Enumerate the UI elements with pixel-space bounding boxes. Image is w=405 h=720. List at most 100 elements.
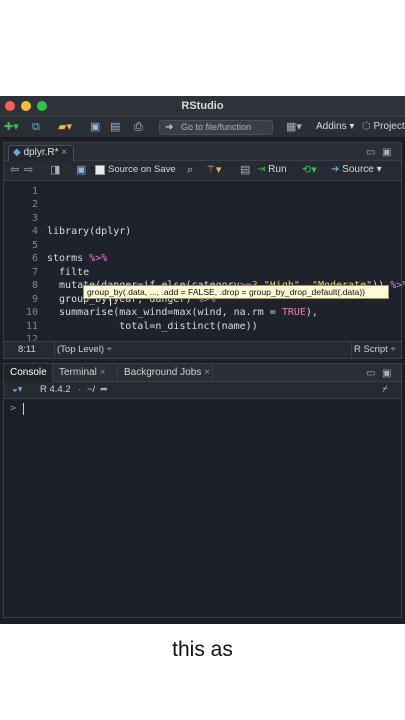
goto-placeholder: Go to file/function bbox=[181, 122, 252, 132]
r-version: R 4.4.2 bbox=[40, 384, 71, 395]
back-icon[interactable]: ⇦ bbox=[10, 164, 19, 177]
divider bbox=[351, 342, 352, 358]
line-number: 2 bbox=[31, 199, 38, 210]
source-on-save-checkbox[interactable] bbox=[95, 165, 105, 175]
show-in-window-icon[interactable]: ◨ bbox=[50, 164, 60, 177]
file-type-selector[interactable]: R Script ÷ bbox=[354, 342, 396, 358]
code-line-10: summarise(max_wind=max(wind, na.rm = TRU… bbox=[47, 307, 318, 318]
close-tab-icon[interactable]: × bbox=[204, 367, 210, 378]
video-caption: this as bbox=[172, 638, 233, 661]
line-number: 10 bbox=[25, 307, 38, 318]
close-tab-icon[interactable]: × bbox=[100, 367, 106, 378]
rerun-icon[interactable]: ⟲▾ bbox=[302, 164, 317, 177]
console-output[interactable]: > bbox=[4, 399, 401, 617]
maximize-pane-icon[interactable]: ▣ bbox=[382, 147, 391, 158]
minimize-window-button[interactable] bbox=[21, 101, 31, 111]
maximize-pane-icon[interactable]: ▣ bbox=[382, 368, 391, 379]
line-number: 8 bbox=[31, 280, 38, 291]
code-line-6: storms %>% bbox=[47, 253, 107, 264]
compile-report-icon[interactable]: ▤ bbox=[240, 164, 250, 177]
code-tools-wand-icon[interactable]: ⚚▾ bbox=[206, 164, 221, 177]
code-text: summarise(max_wind=max(wind, na.rm = bbox=[47, 307, 282, 318]
console-cursor bbox=[23, 403, 24, 415]
console-subbar: ◒▾ R 4.4.2 · ~/ ➦ ⌿ bbox=[4, 382, 401, 399]
line-number: 11 bbox=[25, 321, 38, 332]
search-icon[interactable]: ⌕ bbox=[187, 164, 193, 177]
rstudio-window: RStudio ✚▾ ⧉ ▰▾ ▣ ▤ ⎙ ➜ Go to file/funct… bbox=[0, 96, 405, 624]
source-on-save-label: Source on Save bbox=[108, 164, 176, 175]
scope-selector[interactable]: (Top Level) ÷ bbox=[57, 342, 112, 358]
run-button[interactable]: ⇥ Run bbox=[257, 164, 287, 175]
addins-menu[interactable]: Addins ▾ bbox=[316, 121, 354, 132]
boolean-literal: TRUE bbox=[281, 307, 306, 318]
tab-console[interactable]: Console bbox=[4, 364, 53, 382]
title-bar: RStudio bbox=[0, 96, 405, 116]
code-text: filte bbox=[47, 267, 90, 278]
line-number: 5 bbox=[31, 240, 38, 251]
console-prompt: > bbox=[10, 403, 17, 414]
editor-status-bar: 8:11 (Top Level) ÷ R Script ÷ bbox=[4, 341, 401, 358]
run-arrow-icon: ⇥ bbox=[257, 164, 266, 175]
run-label: Run bbox=[268, 164, 287, 175]
goto-arrow-icon: ➜ bbox=[165, 122, 174, 133]
file-type-label: R Script bbox=[354, 344, 388, 355]
console-tab-bar: Console Terminal × Background Jobs × ▭ ▣ bbox=[4, 364, 401, 382]
code-text: library(dplyr) bbox=[47, 226, 132, 237]
tab-label: Console bbox=[10, 367, 47, 378]
save-icon[interactable]: ▣ bbox=[90, 121, 100, 134]
window-title: RStudio bbox=[181, 100, 224, 112]
close-window-button[interactable] bbox=[5, 101, 15, 111]
line-number: 7 bbox=[31, 267, 38, 278]
line-number: 3 bbox=[31, 213, 38, 224]
working-directory[interactable]: ~/ bbox=[87, 382, 95, 398]
open-file-icon[interactable]: ▰▾ bbox=[58, 121, 72, 134]
tab-background-jobs[interactable]: Background Jobs × bbox=[118, 364, 213, 382]
print-icon[interactable]: ⎙ bbox=[134, 121, 143, 134]
forward-icon[interactable]: ⇨ bbox=[24, 164, 33, 177]
function-signature-tooltip: group_by(.data, ..., .add = FALSE, .drop… bbox=[83, 285, 389, 299]
project-icon: ⬡ bbox=[362, 121, 371, 132]
line-number: 9 bbox=[31, 294, 38, 305]
pipe-operator: %>% bbox=[390, 280, 405, 291]
line-number: 6 bbox=[31, 253, 38, 264]
new-project-icon[interactable]: ⧉ bbox=[32, 121, 40, 134]
console-pane: Console Terminal × Background Jobs × ▭ ▣… bbox=[3, 363, 402, 618]
r-logo-icon[interactable]: ◒▾ bbox=[12, 382, 23, 398]
minimize-pane-icon[interactable]: ▭ bbox=[366, 368, 375, 379]
new-file-icon[interactable]: ✚▾ bbox=[4, 121, 19, 134]
maximize-window-button[interactable] bbox=[37, 101, 47, 111]
goto-file-input[interactable]: ➜ Go to file/function bbox=[159, 120, 273, 135]
clear-console-broom-icon[interactable]: ⌿ bbox=[382, 382, 388, 398]
r-file-icon: ◆ bbox=[13, 147, 21, 158]
top-margin bbox=[0, 0, 405, 96]
minimize-pane-icon[interactable]: ▭ bbox=[366, 147, 375, 158]
tab-label: dplyr.R* bbox=[23, 147, 59, 158]
grid-layout-icon[interactable]: ▦▾ bbox=[286, 121, 302, 134]
code-text: ), bbox=[305, 307, 318, 318]
source-button[interactable]: ➜ Source ▾ bbox=[331, 164, 382, 175]
main-toolbar: ✚▾ ⧉ ▰▾ ▣ ▤ ⎙ ➜ Go to file/function ▦▾ A… bbox=[0, 116, 405, 138]
tab-dplyr-r[interactable]: ◆ dplyr.R* × bbox=[8, 145, 74, 161]
pipe-operator: %>% bbox=[89, 253, 108, 264]
source-label: Source bbox=[342, 164, 374, 175]
code-line-11: total=n_distinct(name)) bbox=[47, 321, 257, 332]
source-editor-pane: ◆ dplyr.R* × ▭ ▣ ⇦ ⇨ ◨ ▣ Source on Save … bbox=[3, 142, 405, 359]
source-arrow-icon: ➜ bbox=[331, 164, 340, 175]
code-line-4: library(dplyr) bbox=[47, 226, 131, 237]
close-tab-icon[interactable]: × bbox=[61, 147, 67, 158]
save-all-icon[interactable]: ▤ bbox=[110, 121, 120, 134]
code-text: storms bbox=[47, 253, 90, 264]
editor-tab-bar: ◆ dplyr.R* × ▭ ▣ bbox=[4, 143, 401, 161]
code-area[interactable]: 1 2 3 4 5 6 7 8 9 10 11 12 library(dplyr) storms %>… bbox=[4, 181, 405, 345]
divider bbox=[54, 342, 55, 358]
tab-terminal[interactable]: Terminal × bbox=[53, 364, 118, 382]
tab-label: Terminal bbox=[59, 367, 97, 378]
separator-dot: · bbox=[78, 384, 82, 395]
go-to-directory-icon[interactable]: ➦ bbox=[100, 382, 108, 398]
code-line-7: filte bbox=[47, 267, 89, 278]
line-number: 4 bbox=[31, 226, 38, 237]
project-label: Project bbox=[373, 121, 405, 132]
project-menu[interactable]: ⬡ Project bbox=[362, 121, 405, 132]
addins-label: Addins bbox=[316, 121, 347, 132]
save-file-icon[interactable]: ▣ bbox=[76, 164, 86, 177]
